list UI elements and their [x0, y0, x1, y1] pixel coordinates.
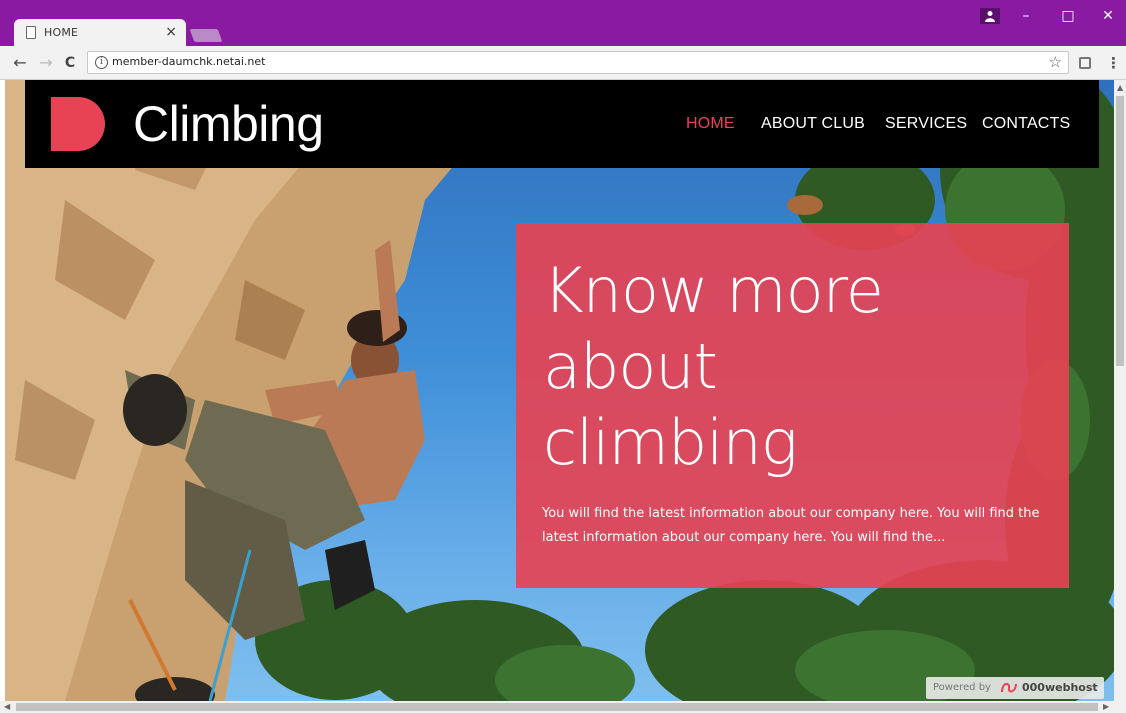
url-text[interactable]: member-daumchk.netai.net: [112, 55, 265, 68]
person-icon: [985, 11, 995, 22]
browser-menu-icon[interactable]: ⋮: [1106, 54, 1121, 72]
bookmark-star-icon[interactable]: ☆: [1049, 53, 1062, 71]
scroll-right-icon[interactable]: ▶: [1103, 702, 1109, 711]
host-logo-icon: [1001, 682, 1017, 693]
page-viewport: Climbing HOME ABOUT CLUB SERVICES CONTAC…: [5, 80, 1114, 701]
hero-title-line: climbing: [543, 406, 798, 479]
address-bar[interactable]: i member-daumchk.netai.net ☆: [87, 51, 1069, 74]
hero-title-line: about: [543, 330, 718, 403]
reload-button[interactable]: C: [60, 53, 80, 73]
horizontal-scrollbar[interactable]: ◀ ▶: [0, 701, 1126, 713]
extension-icon[interactable]: [1079, 57, 1091, 69]
hero-description: You will find the latest information abo…: [542, 506, 1040, 545]
maximize-button[interactable]: □: [1058, 6, 1078, 26]
browser-toolbar: ← → C i member-daumchk.netai.net ☆ ⋮: [0, 46, 1126, 80]
page-icon: [26, 26, 36, 39]
site-header: Climbing HOME ABOUT CLUB SERVICES CONTAC…: [25, 80, 1099, 168]
nav-home[interactable]: HOME: [686, 115, 735, 133]
tab-close-icon[interactable]: ×: [165, 24, 177, 40]
site-brand[interactable]: Climbing: [133, 96, 324, 152]
hosting-badge[interactable]: Powered by 000webhost: [926, 677, 1104, 699]
hero-title: Know more about climbing: [543, 253, 1053, 481]
hero-title-line: Know more: [543, 254, 884, 327]
browser-titlebar: HOME × – □ ✕: [0, 0, 1126, 48]
nav-contacts[interactable]: CONTACTS: [982, 115, 1070, 133]
tab-title: HOME: [44, 26, 79, 39]
scroll-left-icon[interactable]: ◀: [4, 702, 10, 711]
new-tab-button[interactable]: [189, 29, 223, 42]
browser-tab[interactable]: HOME ×: [14, 19, 186, 48]
info-icon[interactable]: i: [95, 56, 108, 69]
badge-label: Powered by: [933, 682, 991, 693]
forward-button[interactable]: →: [36, 53, 56, 73]
horizontal-scroll-thumb[interactable]: [16, 703, 1098, 711]
close-window-button[interactable]: ✕: [1098, 6, 1118, 26]
hero-card: Know more about climbing You will find t…: [516, 223, 1069, 588]
vertical-scroll-thumb[interactable]: [1116, 96, 1124, 366]
badge-brand: 000webhost: [1022, 681, 1098, 694]
minimize-button[interactable]: –: [1016, 6, 1036, 26]
vertical-scrollbar[interactable]: ▲: [1114, 80, 1126, 701]
back-button[interactable]: ←: [10, 53, 30, 73]
nav-about-club[interactable]: ABOUT CLUB: [761, 115, 865, 133]
logo-mark-icon[interactable]: [51, 97, 105, 151]
nav-services[interactable]: SERVICES: [885, 115, 967, 133]
profile-button[interactable]: [980, 8, 1000, 24]
scroll-up-icon[interactable]: ▲: [1117, 83, 1123, 92]
